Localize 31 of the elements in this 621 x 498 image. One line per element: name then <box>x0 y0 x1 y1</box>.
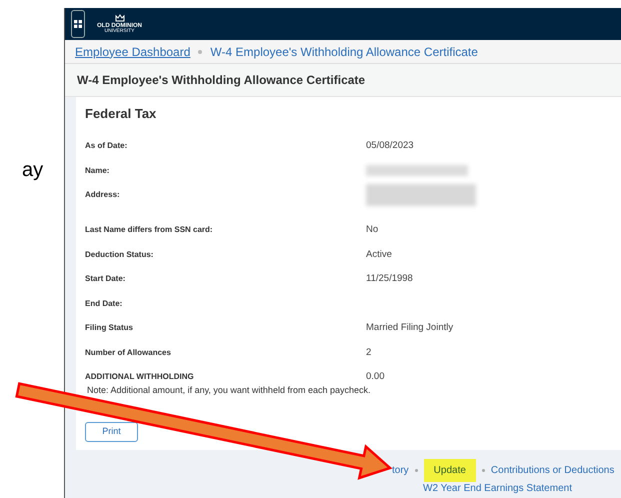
field-label: Last Name differs from SSN card: <box>85 224 214 236</box>
slide-text: ay <box>22 158 44 182</box>
section-title: Federal Tax <box>85 106 158 122</box>
field-label: As of Date: <box>85 140 128 152</box>
apps-menu-button[interactable] <box>71 10 85 38</box>
w2-statement-link[interactable]: W2 Year End Earnings Statement <box>423 483 572 494</box>
field-label: Start Date: <box>85 273 126 285</box>
field-value: 05/08/2023 <box>366 140 414 152</box>
field-label: Number of Allowances <box>85 346 172 358</box>
field-label: Address: <box>85 189 121 201</box>
page-title: W-4 Employee's Withholding Allowance Certificate <box>77 72 366 89</box>
field-value: 11/25/1998 <box>366 273 413 285</box>
field-value: Married Filing Jointly <box>366 322 454 334</box>
field-label: Filing Status <box>85 322 134 334</box>
field-label: End Date: <box>85 298 124 310</box>
breadcrumb-link[interactable]: Employee Dashboard <box>75 42 190 60</box>
field-label: Name: <box>85 164 110 176</box>
breadcrumb-current[interactable]: W-4 Employee's Withholding Allowance Certificate <box>210 42 478 60</box>
footer-link[interactable]: Update <box>424 458 476 482</box>
footer-link[interactable]: Contributions or Deductions <box>490 462 614 478</box>
note-text: Note: Additional amount, if any, you want withheld from each paycheck. <box>87 385 372 396</box>
field-label: Deduction Status: <box>85 248 154 260</box>
field-value: Active <box>366 248 392 260</box>
footer-link[interactable]: tory <box>392 462 409 478</box>
field-value: 0.00 <box>366 371 384 383</box>
field-value: 2 <box>366 346 372 358</box>
field-value: No <box>366 224 378 236</box>
crown-icon <box>114 14 124 22</box>
grid-icon <box>74 20 82 28</box>
print-button[interactable]: Print <box>85 422 138 442</box>
field-label: ADDITIONAL WITHHOLDING <box>85 371 195 383</box>
